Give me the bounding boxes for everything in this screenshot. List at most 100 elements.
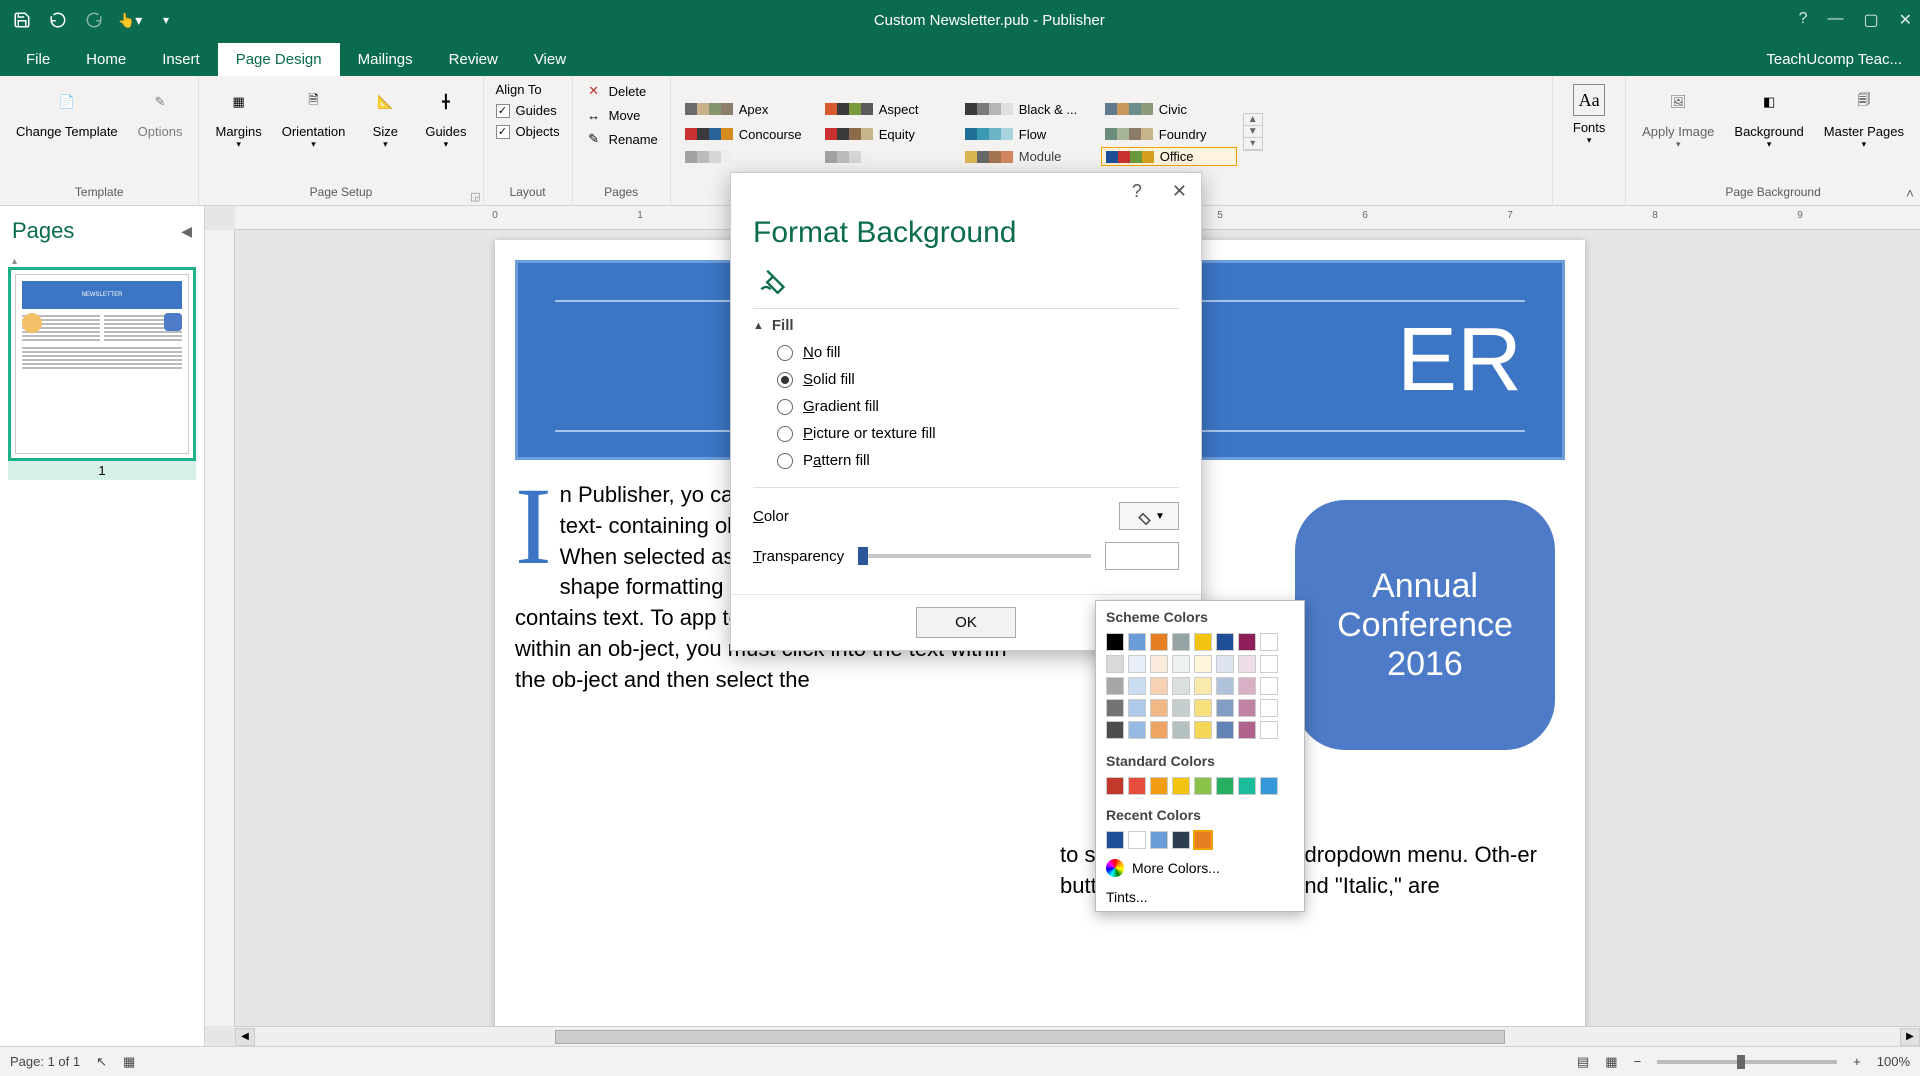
tint-swatch[interactable] (1172, 721, 1190, 739)
color-swatch[interactable] (1150, 633, 1168, 651)
tint-swatch[interactable] (1194, 721, 1212, 739)
tint-swatch[interactable] (1260, 699, 1278, 717)
fill-tab-icon[interactable] (753, 260, 793, 300)
scroll-right-icon[interactable]: ▶ (1900, 1028, 1920, 1046)
tint-swatch[interactable] (1150, 699, 1168, 717)
tint-swatch[interactable] (1128, 721, 1146, 739)
tint-swatch[interactable] (1194, 699, 1212, 717)
color-swatch[interactable] (1194, 777, 1212, 795)
scheme-gallery[interactable]: ApexAspectBlack & ...CivicConcourseEquit… (679, 95, 1239, 168)
pattern-fill-radio[interactable]: Pattern fill (777, 452, 1179, 469)
scheme-Office[interactable]: Office (1101, 147, 1237, 166)
color-swatch[interactable] (1172, 633, 1190, 651)
color-swatch[interactable] (1238, 633, 1256, 651)
scroll-thumb[interactable] (555, 1030, 1505, 1044)
color-swatch[interactable] (1260, 633, 1278, 651)
size-button[interactable]: 📐Size▾ (357, 80, 413, 154)
scroll-left-icon[interactable]: ◀ (235, 1028, 255, 1046)
maximize-icon[interactable]: ▢ (1863, 10, 1878, 30)
options-button[interactable]: ✎Options (130, 80, 191, 143)
color-swatch[interactable] (1172, 777, 1190, 795)
guides-button[interactable]: ╋Guides▾ (417, 80, 474, 154)
scheme-Civic[interactable]: Civic (1101, 97, 1237, 121)
page-thumbnail[interactable]: NEWSLETTER (8, 267, 196, 461)
scheme-Aspect[interactable]: Aspect (821, 97, 957, 121)
tint-swatch[interactable] (1106, 699, 1124, 717)
tint-swatch[interactable] (1106, 677, 1124, 695)
scheme-Module[interactable]: Module (961, 147, 1097, 166)
tint-swatch[interactable] (1172, 677, 1190, 695)
scheme-Equity[interactable]: Equity (821, 122, 957, 146)
guides-checkbox[interactable]: ✓Guides (492, 101, 564, 120)
callout-shape[interactable]: Annual Conference 2016 (1295, 500, 1555, 750)
color-dropdown-button[interactable]: ▼ (1119, 502, 1179, 530)
tab-view[interactable]: View (516, 43, 584, 76)
objects-checkbox[interactable]: ✓Objects (492, 122, 564, 141)
no-fill-radio[interactable]: No fill (777, 344, 1179, 361)
minimize-icon[interactable]: — (1827, 10, 1843, 30)
tab-insert[interactable]: Insert (144, 43, 218, 76)
collapse-pages-icon[interactable]: ◀ (181, 223, 192, 240)
tint-swatch[interactable] (1238, 655, 1256, 673)
tint-swatch[interactable] (1260, 721, 1278, 739)
tint-swatch[interactable] (1216, 721, 1234, 739)
color-swatch[interactable] (1106, 777, 1124, 795)
color-swatch[interactable] (1128, 777, 1146, 795)
scheme-Apex[interactable]: Apex (681, 97, 817, 121)
close-icon[interactable]: ✕ (1899, 10, 1912, 30)
color-swatch[interactable] (1128, 831, 1146, 849)
color-swatch[interactable] (1238, 777, 1256, 795)
user-name[interactable]: TeachUcomp Teac... (1748, 43, 1920, 76)
background-button[interactable]: ◧Background▾ (1726, 80, 1811, 154)
ok-button[interactable]: OK (916, 607, 1016, 638)
undo-icon[interactable] (44, 6, 72, 34)
tint-swatch[interactable] (1106, 655, 1124, 673)
color-swatch[interactable] (1128, 633, 1146, 651)
color-swatch[interactable] (1194, 831, 1212, 849)
tint-swatch[interactable] (1150, 655, 1168, 673)
zoom-level[interactable]: 100% (1877, 1054, 1910, 1069)
more-colors-item[interactable]: More Colors... (1096, 853, 1304, 883)
zoom-slider[interactable] (1657, 1060, 1837, 1064)
tab-home[interactable]: Home (68, 43, 144, 76)
color-swatch[interactable] (1216, 633, 1234, 651)
view-single-icon[interactable]: ▤ (1577, 1054, 1589, 1070)
page-indicator[interactable]: Page: 1 of 1 (10, 1054, 80, 1069)
zoom-in-icon[interactable]: + (1853, 1054, 1861, 1069)
page-setup-launcher-icon[interactable]: ◲ (470, 190, 480, 203)
solid-fill-radio[interactable]: Solid fill (777, 371, 1179, 388)
apply-image-button[interactable]: 🖼Apply Image▾ (1634, 80, 1722, 154)
horizontal-scrollbar[interactable]: ◀ ▶ (235, 1026, 1920, 1046)
color-swatch[interactable] (1216, 777, 1234, 795)
fill-section-header[interactable]: ▲Fill (753, 317, 1179, 334)
fonts-button[interactable]: AaFonts▾ (1561, 80, 1617, 150)
help-icon[interactable]: ? (1799, 10, 1808, 30)
tint-swatch[interactable] (1194, 677, 1212, 695)
orientation-button[interactable]: 🗎Orientation▾ (274, 80, 354, 154)
tint-swatch[interactable] (1128, 699, 1146, 717)
transparency-slider[interactable] (858, 554, 1091, 558)
dialog-help-icon[interactable]: ? (1132, 181, 1142, 202)
transparency-input[interactable] (1105, 542, 1179, 570)
delete-page-button[interactable]: ✕Delete (581, 80, 662, 102)
qat-customize-icon[interactable]: ▾ (152, 6, 180, 34)
scheme-Concourse[interactable]: Concourse (681, 122, 817, 146)
vertical-ruler[interactable] (205, 230, 235, 1026)
picture-fill-radio[interactable]: Picture or texture fill (777, 425, 1179, 442)
color-swatch[interactable] (1106, 633, 1124, 651)
tint-swatch[interactable] (1172, 655, 1190, 673)
margins-button[interactable]: ▦Margins▾ (207, 80, 269, 154)
tint-swatch[interactable] (1172, 699, 1190, 717)
gradient-fill-radio[interactable]: Gradient fill (777, 398, 1179, 415)
gallery-down-icon[interactable]: ▼ (1244, 126, 1262, 138)
save-icon[interactable] (8, 6, 36, 34)
tab-review[interactable]: Review (431, 43, 516, 76)
tint-swatch[interactable] (1238, 677, 1256, 695)
tint-swatch[interactable] (1106, 721, 1124, 739)
tint-swatch[interactable] (1150, 677, 1168, 695)
tab-page-design[interactable]: Page Design (218, 43, 340, 76)
tint-swatch[interactable] (1238, 699, 1256, 717)
tint-swatch[interactable] (1216, 677, 1234, 695)
tab-mailings[interactable]: Mailings (340, 43, 431, 76)
tints-item[interactable]: Tints... (1096, 883, 1304, 911)
